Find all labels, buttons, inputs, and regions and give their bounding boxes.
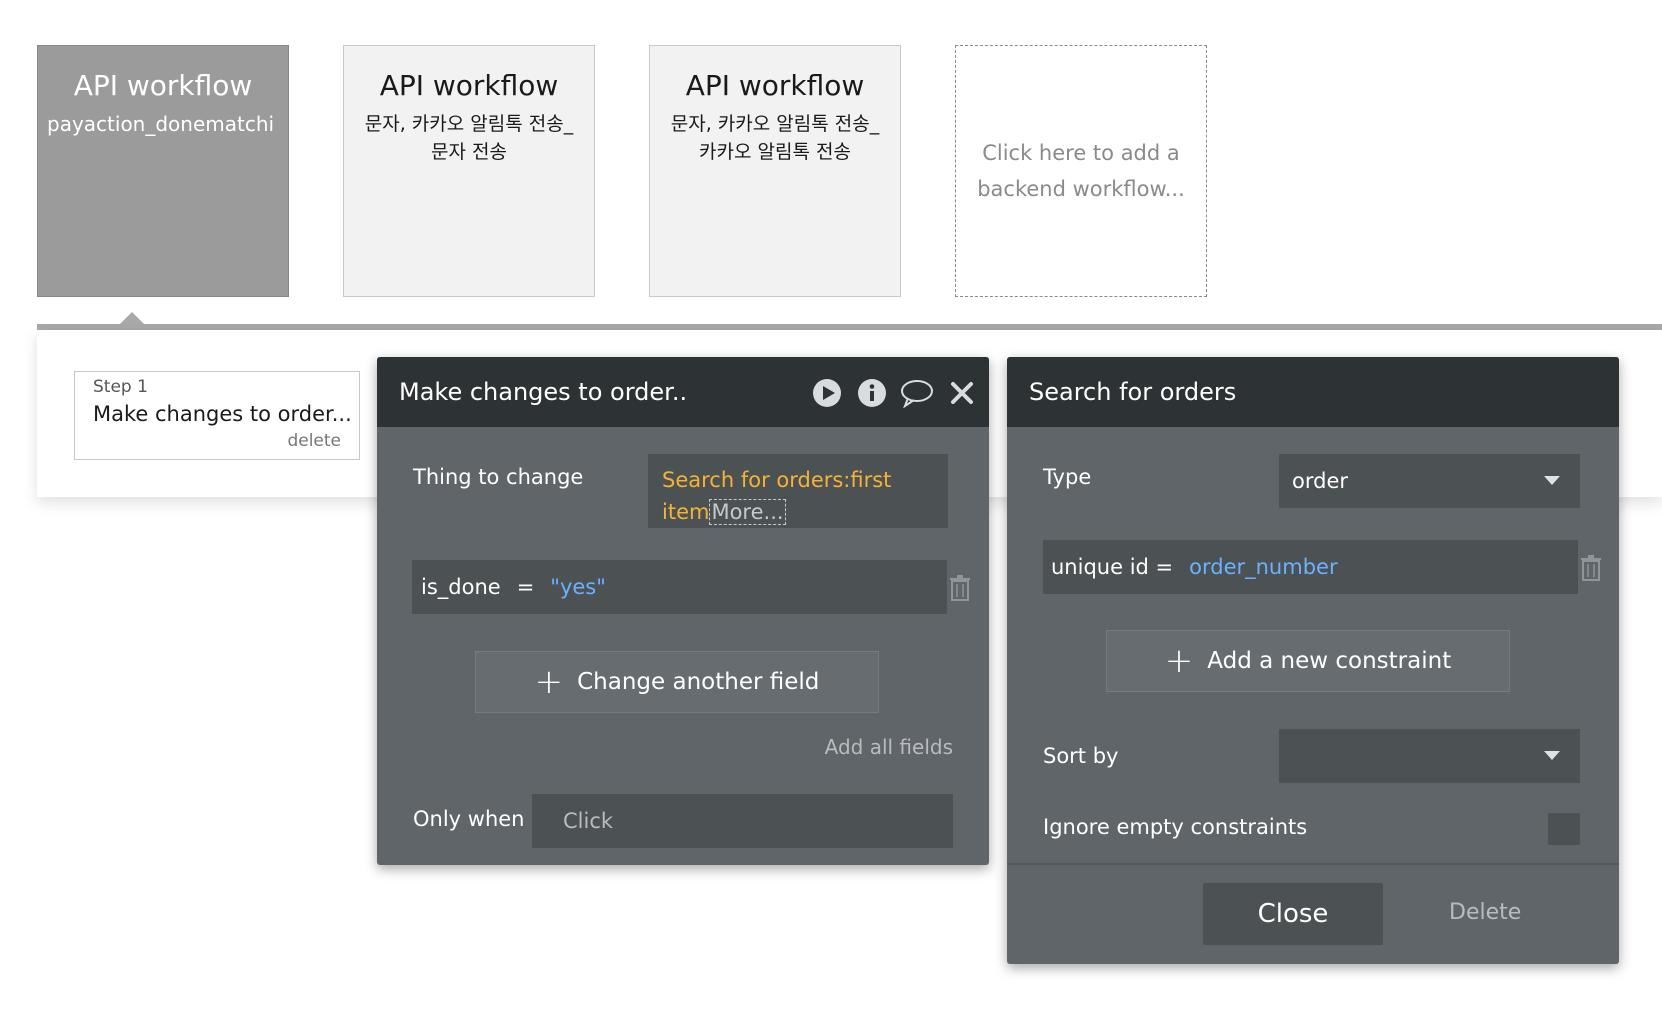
ignore-empty-checkbox[interactable]: [1548, 813, 1580, 845]
is-done-field-row[interactable]: is_done = "yes": [412, 560, 947, 614]
comment-icon[interactable]: [899, 375, 934, 410]
ignore-empty-label: Ignore empty constraints: [1043, 815, 1308, 839]
add-constraint-label: Add a new constraint: [1207, 648, 1452, 674]
more-link[interactable]: More...: [709, 499, 786, 525]
sort-by-label: Sort by: [1043, 744, 1119, 768]
constraint-value[interactable]: order_number: [1189, 555, 1337, 579]
delete-button[interactable]: Delete: [1449, 900, 1521, 925]
add-backend-workflow-button[interactable]: Click here to add a backend workflow...: [955, 45, 1207, 297]
add-all-fields-link[interactable]: Add all fields: [825, 735, 953, 759]
field-name: is_done: [421, 575, 501, 599]
chevron-down-icon: [1544, 476, 1560, 485]
chevron-down-icon: [1544, 751, 1560, 760]
selected-pointer: [120, 312, 144, 324]
close-label: Close: [1257, 899, 1329, 929]
plus-icon: +: [534, 662, 564, 702]
panel-header: Make changes to order..: [377, 357, 989, 427]
type-label: Type: [1043, 465, 1092, 489]
thing-value-line2: item: [662, 500, 710, 524]
step-card[interactable]: Step 1 Make changes to order... delete: [74, 371, 360, 460]
field-value[interactable]: "yes": [550, 575, 606, 599]
workflow-card-1[interactable]: API workflow payaction_donematchi: [37, 45, 289, 297]
thing-to-change-label: Thing to change: [413, 465, 584, 489]
play-icon[interactable]: [809, 375, 844, 410]
close-button[interactable]: Close: [1203, 883, 1383, 945]
footer-divider: [1007, 863, 1619, 865]
workflow-subtitle: 문자, 카카오 알림톡 전송_ 문자 전송: [364, 113, 574, 163]
info-icon[interactable]: [854, 375, 889, 410]
workflow-title: API workflow: [685, 69, 865, 102]
workflow-card-3[interactable]: API workflow 문자, 카카오 알림톡 전송_ 카카오 알림톡 전송: [649, 45, 901, 297]
change-another-field-button[interactable]: + Change another field: [475, 651, 879, 713]
only-when-field[interactable]: Click: [532, 794, 953, 848]
step-name: Make changes to order...: [93, 402, 352, 426]
thing-value-line1: Search for orders:first: [662, 468, 892, 492]
workflow-title: API workflow: [379, 69, 559, 102]
workflow-title: API workflow: [73, 69, 253, 102]
search-for-orders-panel: Search for orders Type order unique id =…: [1007, 357, 1619, 964]
change-another-label: Change another field: [577, 669, 820, 695]
close-icon[interactable]: [944, 375, 979, 410]
step-delete-link[interactable]: delete: [93, 430, 341, 452]
plus-icon: +: [1164, 641, 1194, 681]
sort-by-dropdown[interactable]: [1279, 729, 1580, 783]
only-when-placeholder: Click: [563, 809, 614, 833]
trash-icon[interactable]: [949, 575, 971, 601]
type-value: order: [1292, 469, 1348, 493]
workflow-card-2[interactable]: API workflow 문자, 카카오 알림톡 전송_ 문자 전송: [343, 45, 595, 297]
workflow-subtitle: 문자, 카카오 알림톡 전송_ 카카오 알림톡 전송: [670, 113, 880, 163]
workflow-subtitle: payaction_donematchi: [47, 112, 275, 136]
constraint-row[interactable]: unique id = order_number: [1043, 540, 1578, 594]
workflow-editor: API workflow payaction_donematchi API wo…: [0, 0, 1662, 1032]
only-when-label: Only when: [413, 807, 525, 831]
field-equals: =: [516, 575, 535, 599]
constraint-key: unique id =: [1051, 555, 1174, 579]
trash-icon[interactable]: [1580, 555, 1602, 581]
type-dropdown[interactable]: order: [1279, 454, 1580, 508]
panel-header: Search for orders: [1007, 357, 1619, 427]
add-new-constraint-button[interactable]: + Add a new constraint: [1106, 630, 1510, 692]
make-changes-panel: Make changes to order.. Thing to change …: [377, 357, 989, 865]
panel-title: Make changes to order..: [399, 378, 688, 406]
panel-title: Search for orders: [1029, 378, 1237, 406]
add-workflow-text: Click here to add a backend workflow...: [977, 141, 1185, 201]
thing-to-change-field[interactable]: Search for orders:first itemMore...: [648, 454, 948, 528]
step-number: Step 1: [93, 377, 148, 397]
